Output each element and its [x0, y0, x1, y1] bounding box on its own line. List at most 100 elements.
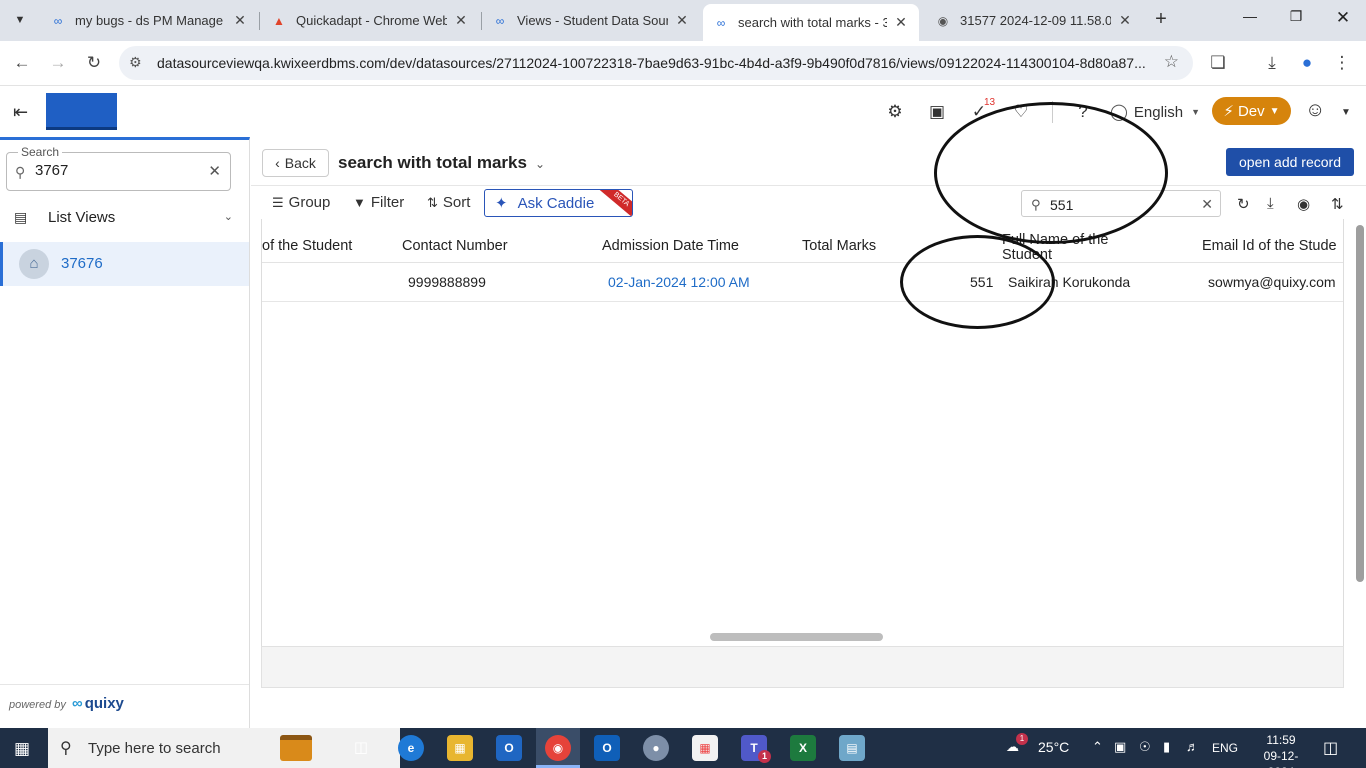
help-question-icon[interactable]: ?: [1072, 101, 1094, 123]
chevron-down-icon[interactable]: ⌄: [535, 157, 545, 171]
vertical-scrollbar[interactable]: [1356, 225, 1364, 582]
home-icon: ⌂: [19, 249, 49, 279]
temperature-text[interactable]: 25°C: [1038, 739, 1069, 755]
outlook-icon[interactable]: O: [496, 735, 522, 761]
taskbar-clock[interactable]: 11:59 09-12-2024: [1256, 732, 1306, 768]
outlook-new-icon[interactable]: O: [594, 735, 620, 761]
list-views-section-header[interactable]: ▤ List Views ⌄: [0, 204, 249, 234]
table-search-input[interactable]: ⚲ 551 ✕: [1021, 190, 1221, 217]
url-text[interactable]: datasourceviewqa.kwixeerdbms.com/dev/dat…: [157, 55, 1147, 71]
row-density-icon[interactable]: ⇅: [1331, 195, 1344, 213]
weather-icon[interactable]: ☁ 1: [1006, 733, 1028, 755]
sidebar-item-37676[interactable]: ⌂ 37676: [0, 242, 249, 286]
paint-icon[interactable]: ●: [643, 735, 669, 761]
store-icon[interactable]: ▦: [692, 735, 718, 761]
browser-tab-31577[interactable]: ◉ 31577 2024-12-09 11.58.09. ✕: [925, 5, 1143, 36]
column-header-student[interactable]: of the Student: [262, 238, 352, 254]
teams-icon[interactable]: T1: [741, 735, 771, 763]
horizontal-scrollbar[interactable]: [710, 633, 883, 641]
browser-tab-views[interactable]: ∞ Views - Student Data Source ✕: [482, 5, 700, 36]
notification-bell-icon[interactable]: ♡: [1010, 101, 1032, 123]
table-footer: [261, 646, 1344, 688]
close-tab-icon[interactable]: ✕: [232, 12, 248, 29]
open-add-record-button[interactable]: open add record: [1226, 148, 1354, 176]
taskbar-search-placeholder: Type here to search: [88, 740, 221, 757]
data-table: of the Student Contact Number Admission …: [261, 219, 1344, 646]
hide-columns-eye-icon[interactable]: ◉: [1297, 195, 1310, 213]
column-header-total-marks[interactable]: Total Marks: [802, 238, 876, 254]
windows-start-icon[interactable]: ▦: [14, 739, 30, 759]
new-tab-plus-icon[interactable]: +: [1149, 8, 1173, 32]
clear-search-icon[interactable]: ✕: [208, 162, 221, 180]
close-tab-icon[interactable]: ✕: [453, 12, 469, 29]
user-account-icon[interactable]: ☺: [1305, 99, 1325, 122]
chrome-menu-kebab-icon[interactable]: ⋮: [1330, 52, 1354, 76]
ask-caddie-button[interactable]: ✦ Ask Caddie BETA: [484, 189, 633, 217]
column-header-contact-number[interactable]: Contact Number: [402, 238, 508, 254]
settings-gear-icon[interactable]: ⚙: [884, 101, 906, 123]
close-tab-icon[interactable]: ✕: [893, 14, 909, 31]
column-header-full-name[interactable]: Full Name of the Student: [1002, 233, 1132, 263]
sidebar-search-input[interactable]: [35, 162, 195, 179]
view-title[interactable]: search with total marks ⌄: [338, 153, 545, 173]
reload-icon[interactable]: ↻: [82, 52, 106, 76]
site-settings-icon[interactable]: ⚙: [129, 54, 142, 71]
close-tab-icon[interactable]: ✕: [674, 12, 690, 29]
close-window-icon[interactable]: ✕: [1331, 8, 1355, 28]
tray-device-icon[interactable]: ▣: [1114, 739, 1126, 755]
input-language-text[interactable]: ENG: [1212, 741, 1238, 755]
profile-avatar-icon[interactable]: ●: [1295, 52, 1319, 76]
chrome-icon[interactable]: ◉: [545, 735, 571, 761]
minimize-window-icon[interactable]: —: [1238, 8, 1262, 24]
download-icon[interactable]: ⤓: [1260, 52, 1284, 76]
address-bar[interactable]: ⚙ datasourceviewqa.kwixeerdbms.com/dev/d…: [119, 46, 1193, 80]
back-arrow-icon[interactable]: ←: [10, 52, 34, 76]
quixy-logo-icon: ∞: [72, 695, 83, 712]
column-header-admission-date-time[interactable]: Admission Date Time: [602, 238, 739, 254]
filter-button[interactable]: ▼ Filter: [353, 194, 404, 211]
restore-window-icon[interactable]: ❐: [1284, 8, 1308, 25]
weather-badge: 1: [1016, 733, 1028, 745]
sidebar-search[interactable]: Search ⚲ ✕: [6, 145, 231, 191]
export-download-icon[interactable]: ⤓: [1267, 195, 1274, 212]
tray-volume-icon[interactable]: ♬: [1186, 739, 1199, 754]
collapse-menu-icon[interactable]: ⇤: [13, 102, 28, 123]
tab-search-chevron-icon[interactable]: ▼: [8, 8, 32, 32]
extensions-puzzle-icon[interactable]: ❏: [1206, 52, 1230, 76]
tray-battery-icon[interactable]: ▮: [1163, 739, 1170, 755]
tray-network-icon[interactable]: ☉: [1139, 739, 1151, 755]
table-search-value[interactable]: 551: [1050, 197, 1073, 213]
cell-admission-date[interactable]: 02-Jan-2024 12:00 AM: [608, 274, 750, 290]
browser-tab-search-total-marks[interactable]: ∞ search with total marks - 37 ✕: [703, 4, 919, 41]
back-button[interactable]: ‹ Back: [262, 149, 329, 177]
group-button[interactable]: ☰ Group: [272, 194, 330, 211]
close-tab-icon[interactable]: ✕: [1117, 12, 1133, 29]
file-explorer-icon[interactable]: ▦: [447, 735, 473, 761]
table-row[interactable]: 9999888899 02-Jan-2024 12:00 AM 551 Saik…: [262, 263, 1343, 302]
chevron-down-icon[interactable]: ⌄: [224, 210, 233, 223]
company-logo[interactable]: [46, 93, 117, 130]
quixy-brand-text: quixy: [84, 695, 124, 712]
column-header-email[interactable]: Email Id of the Stude: [1202, 238, 1337, 254]
bolt-icon: ⚡︎: [1223, 103, 1234, 120]
refresh-icon[interactable]: ↻: [1237, 195, 1250, 213]
browser-tab-quickadapt[interactable]: ▲ Quickadapt - Chrome Web S ✕: [261, 5, 479, 36]
task-view-icon[interactable]: ◫: [348, 735, 374, 761]
language-selector[interactable]: ◯ English ▼: [1110, 102, 1200, 122]
sort-button[interactable]: ⇅ Sort: [427, 194, 470, 211]
excel-icon[interactable]: X: [790, 735, 816, 761]
forward-arrow-icon[interactable]: →: [46, 52, 70, 76]
app-store-icon[interactable]: ▣: [926, 101, 948, 123]
powered-by-footer: powered by ∞ quixy: [0, 684, 249, 720]
notification-center-icon[interactable]: ◫: [1323, 738, 1338, 758]
bookmark-star-icon[interactable]: ☆: [1164, 52, 1179, 72]
clear-search-icon[interactable]: ✕: [1201, 196, 1213, 213]
tray-chevron-up-icon[interactable]: ⌃: [1092, 739, 1103, 755]
browser-tab-my-bugs[interactable]: ∞ my bugs - ds PM Manage Is ✕: [40, 5, 258, 36]
environment-dev-button[interactable]: ⚡︎ Dev ▼: [1212, 97, 1291, 125]
globe-favicon-icon: ◉: [937, 13, 949, 28]
quixy-favicon-icon: ∞: [716, 15, 726, 30]
edge-browser-icon[interactable]: e: [398, 735, 424, 761]
notepad-icon[interactable]: ▤: [839, 735, 865, 761]
user-menu-caret-icon[interactable]: ▼: [1341, 107, 1351, 118]
